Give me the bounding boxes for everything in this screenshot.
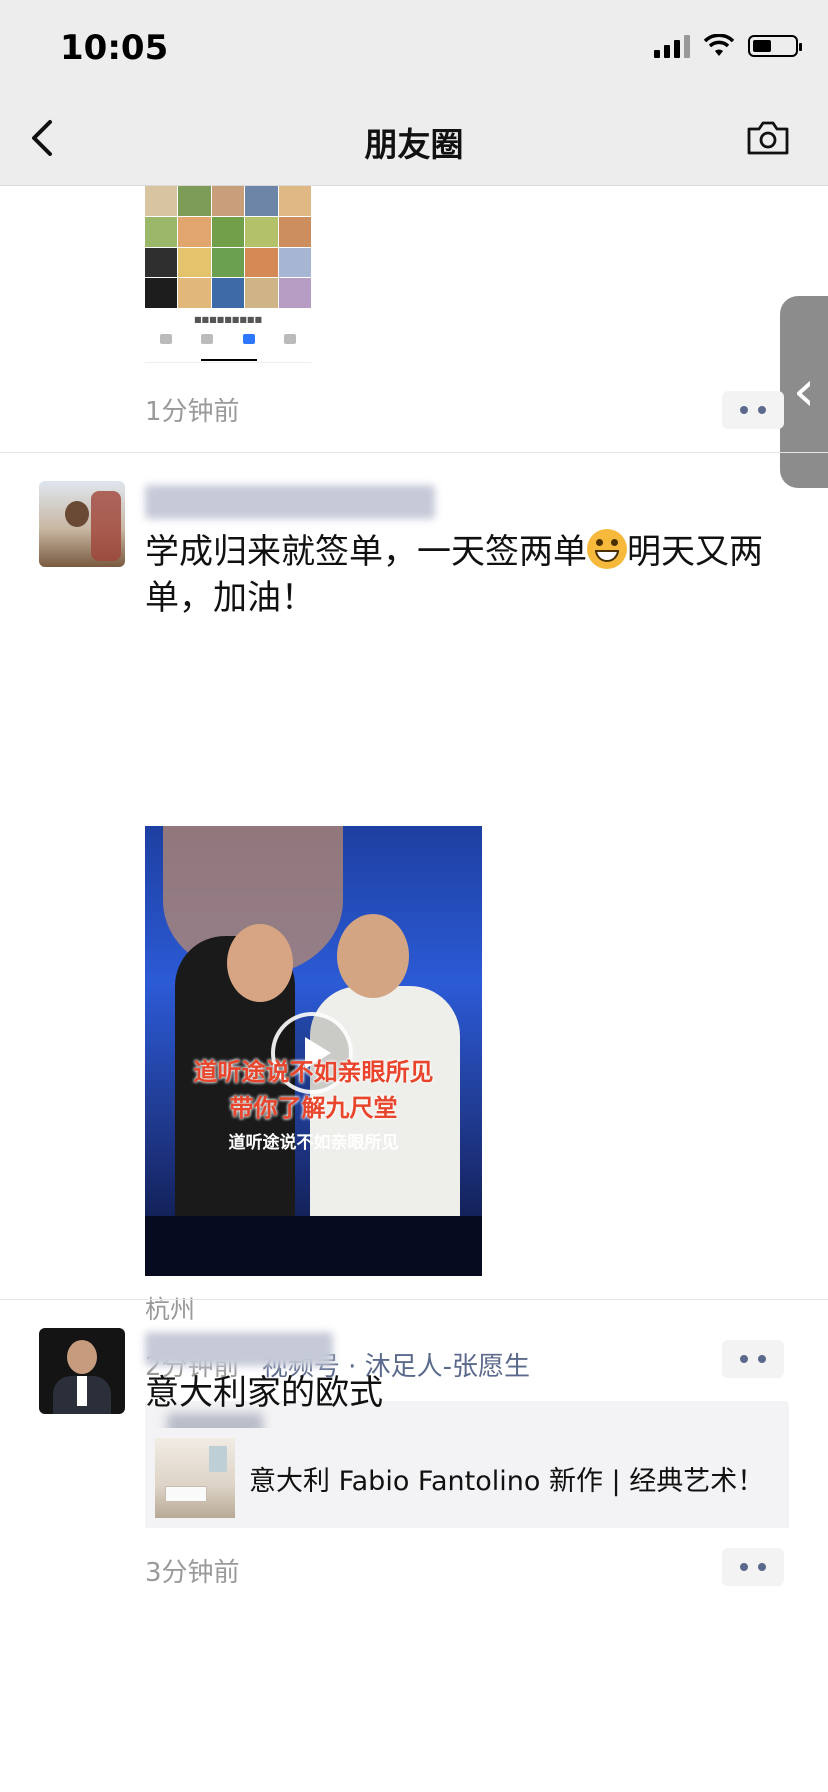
video-thumbnail[interactable]: 道听途说不如亲眼所见 带你了解九尺堂 道听途说不如亲眼所见	[145, 826, 482, 1276]
camera-icon[interactable]	[746, 120, 790, 156]
moment-post: ■■■■■■■■■ 1分钟前	[0, 186, 828, 452]
signal-icon	[654, 34, 690, 58]
link-thumbnail	[155, 1438, 235, 1518]
more-dots-icon	[740, 1563, 748, 1571]
post-time: 1分钟前	[145, 397, 240, 427]
post-text-part: 单，加油！	[145, 578, 315, 618]
author-name[interactable]	[145, 1332, 333, 1366]
more-button[interactable]	[722, 1548, 784, 1586]
more-dots-icon	[740, 406, 748, 414]
avatar[interactable]	[39, 1328, 125, 1414]
battery-level	[753, 40, 771, 52]
more-dots-icon	[758, 406, 766, 414]
avatar-flowers	[91, 491, 121, 561]
wifi-icon	[704, 34, 734, 56]
photo-tab-indicator	[201, 359, 257, 361]
avatar[interactable]	[39, 481, 125, 567]
post-text: 意大利家的欧式	[145, 1373, 383, 1413]
link-title: 意大利 Fabio Fantolino 新作 | 经典艺术！	[249, 1465, 765, 1497]
more-button[interactable]	[722, 391, 784, 429]
grinning-emoji-icon	[587, 529, 627, 569]
photo-app-tabs	[145, 334, 311, 344]
video-caption-white: 道听途说不如亲眼所见	[228, 1133, 399, 1153]
video-caption-red: 道听途说不如亲眼所见	[193, 1058, 434, 1086]
video-caption-red: 带你了解九尺堂	[229, 1094, 398, 1122]
post-text: 学成归来就签单，一天签两单 明天又两 单，加油！	[145, 523, 805, 621]
avatar-face	[67, 1340, 97, 1374]
post-time: 3分钟前	[145, 1558, 240, 1588]
status-time: 10:05	[60, 28, 169, 68]
video-floor	[145, 1216, 482, 1276]
status-icons	[654, 34, 802, 58]
post-image[interactable]: ■■■■■■■■■	[145, 186, 311, 363]
page-title: 朋友圈	[364, 125, 464, 164]
more-dots-icon	[758, 1563, 766, 1571]
post-text-part: 明天又两	[627, 532, 763, 572]
avatar-figure	[65, 501, 89, 527]
post-text-part: 学成归来就签单，一天签两单	[145, 532, 587, 572]
avatar-shirt	[77, 1376, 87, 1406]
battery-icon	[748, 35, 802, 57]
video-person-left-head	[227, 924, 293, 1002]
link-card[interactable]: 意大利 Fabio Fantolino 新作 | 经典艺术！	[145, 1428, 789, 1528]
moment-post: 意大利家的欧式 意大利 Fabio Fantolino 新作 | 经典艺术！ 3…	[0, 1300, 828, 1700]
top-bar: 10:05 朋友圈	[0, 0, 828, 186]
photo-count-caption: ■■■■■■■■■	[193, 315, 263, 324]
author-name[interactable]	[145, 485, 435, 519]
video-person-right-head	[337, 914, 409, 998]
photo-grid	[145, 186, 311, 308]
